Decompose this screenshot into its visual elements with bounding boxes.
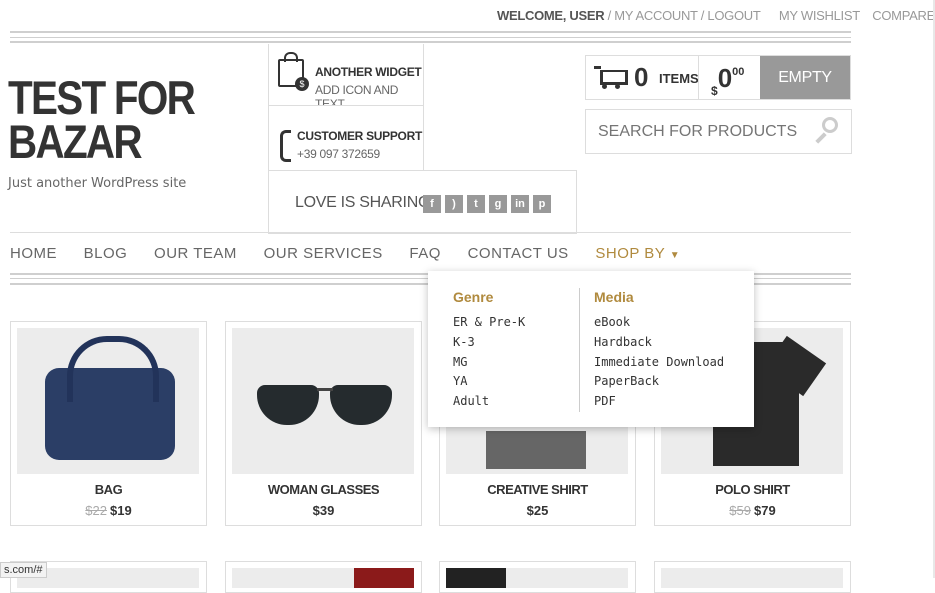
customer-support-widget: CUSTOMER SUPPORT +39 097 372659 (268, 105, 424, 172)
twitter-icon[interactable]: t (467, 195, 485, 213)
site-tagline: Just another WordPress site (8, 176, 187, 191)
product-price: $39 (312, 503, 335, 518)
wishlist-link[interactable]: MY WISHLIST (779, 8, 860, 23)
product-card-woman-glasses[interactable]: WOMAN GLASSES $39 (225, 321, 422, 526)
cart-items-label: ITEMS (659, 71, 699, 86)
compare-link[interactable]: COMPARE (872, 8, 935, 23)
nav-divider (10, 232, 851, 233)
welcome-text: WELCOME, USER (497, 8, 605, 23)
site-title[interactable]: TEST FOR BAZAR (8, 74, 197, 165)
search-box[interactable] (585, 109, 852, 154)
menu-item-adult[interactable]: Adult (453, 394, 525, 414)
menu-item-ebook[interactable]: eBook (594, 315, 724, 335)
another-widget: $ ANOTHER WIDGET ADD ICON AND TEXT (268, 44, 424, 111)
product-price: $22 $19 (85, 503, 132, 518)
product-card[interactable] (654, 561, 851, 593)
menu-item-immediate-download[interactable]: Immediate Download (594, 355, 724, 375)
support-phone: +39 097 372659 (297, 147, 380, 161)
shopping-bag-icon: $ (278, 52, 309, 91)
nav-our-team[interactable]: OUR TEAM (154, 245, 237, 262)
media-column: Media eBook Hardback Immediate Download … (594, 289, 724, 414)
nav-our-services[interactable]: OUR SERVICES (264, 245, 383, 262)
rss-icon[interactable]: ) (445, 195, 463, 213)
product-name[interactable]: POLO SHIRT (655, 482, 850, 497)
empty-cart-button[interactable]: EMPTY CART (760, 56, 850, 129)
product-image[interactable] (446, 568, 628, 588)
pinterest-icon[interactable]: p (533, 195, 551, 213)
nav-blog[interactable]: BLOG (84, 245, 128, 262)
product-name[interactable]: WOMAN GLASSES (226, 482, 421, 497)
sale-badge (354, 568, 414, 588)
menu-item-mg[interactable]: MG (453, 355, 525, 375)
menu-item-ya[interactable]: YA (453, 374, 525, 394)
another-widget-title: ANOTHER WIDGET (315, 65, 422, 79)
nav-home[interactable]: HOME (10, 245, 57, 262)
menu-item-hardback[interactable]: Hardback (594, 335, 724, 355)
browser-status-bar: s.com/# (0, 562, 47, 578)
product-card[interactable] (225, 561, 422, 593)
search-icon[interactable] (815, 117, 838, 144)
genre-column: Genre ER & Pre-K K-3 MG YA Adult (453, 289, 525, 414)
product-price: $25 (526, 503, 549, 518)
phone-icon (280, 130, 291, 162)
nav-faq[interactable]: FAQ (409, 245, 441, 262)
nav-shop-by[interactable]: SHOP BY ▼ (595, 245, 680, 262)
genre-heading: Genre (453, 289, 494, 305)
facebook-icon[interactable]: f (423, 195, 441, 213)
nav-contact-us[interactable]: CONTACT US (468, 245, 569, 262)
menu-item-paperback[interactable]: PaperBack (594, 374, 724, 394)
shop-by-dropdown: Genre ER & Pre-K K-3 MG YA Adult Media e… (428, 271, 754, 427)
social-icons: f) t g in p (423, 194, 555, 213)
product-price: $59 $79 (729, 503, 776, 518)
menu-item-pdf[interactable]: PDF (594, 394, 724, 414)
logout-link[interactable]: LOGOUT (707, 8, 760, 23)
my-account-link[interactable]: MY ACCOUNT (614, 8, 698, 23)
media-heading: Media (594, 289, 634, 305)
search-input[interactable] (596, 120, 805, 144)
cart-count: 0 (634, 62, 649, 92)
top-account-bar: WELCOME, USER / MY ACCOUNT / LOGOUT MY W… (497, 8, 935, 23)
cart-widget[interactable]: 0 ITEMS $000 EMPTY CART (585, 55, 851, 129)
cart-total: $000 (711, 63, 745, 98)
main-nav: HOME BLOG OUR TEAM OUR SERVICES FAQ CONT… (10, 245, 702, 262)
product-name[interactable]: CREATIVE SHIRT (440, 482, 635, 497)
menu-item-k-3[interactable]: K-3 (453, 335, 525, 355)
header-divider-top-thin (10, 37, 851, 38)
sharing-label: LOVE IS SHARING (295, 194, 431, 211)
google-plus-icon[interactable]: g (489, 195, 507, 213)
product-image[interactable] (661, 568, 843, 588)
support-title: CUSTOMER SUPPORT (297, 129, 422, 143)
dropdown-divider (579, 288, 580, 412)
menu-item-er-pre-k[interactable]: ER & Pre-K (453, 315, 525, 335)
header-divider-top (10, 31, 851, 33)
cart-icon (594, 66, 628, 89)
product-image-bag[interactable] (17, 328, 199, 474)
linkedin-icon[interactable]: in (511, 195, 529, 213)
sharing-widget: LOVE IS SHARING f) t g in p (268, 170, 577, 234)
header-divider-top-2 (10, 41, 851, 43)
chevron-down-icon: ▼ (669, 250, 681, 261)
product-name[interactable]: BAG (11, 482, 206, 497)
product-card-bag[interactable]: BAG $22 $19 (10, 321, 207, 526)
product-image-woman-glasses[interactable] (232, 328, 414, 474)
product-image[interactable] (232, 568, 414, 588)
product-card[interactable] (439, 561, 636, 593)
